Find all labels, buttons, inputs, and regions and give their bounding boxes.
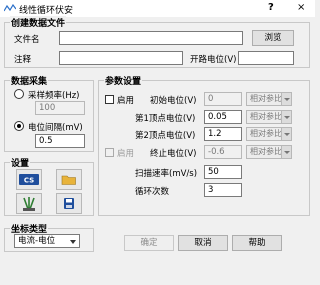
enable-final-label: 启用: [117, 149, 135, 159]
acquisition-group-title: 数据采集: [10, 74, 49, 87]
app-icon: [4, 4, 16, 12]
sample-frequency-radio[interactable]: [14, 89, 24, 99]
save-disk-icon[interactable]: [56, 193, 82, 214]
potential-interval-label: 电位间隔(mV): [28, 123, 83, 133]
enable-initial-label: 启用: [117, 96, 135, 106]
enable-initial-checkbox[interactable]: [105, 95, 114, 104]
help-question-button[interactable]: ?: [268, 2, 274, 13]
help-button[interactable]: 帮助: [232, 235, 282, 251]
filename-label: 文件名: [14, 35, 40, 45]
cancel-button[interactable]: 取消: [178, 235, 228, 251]
vertex2-input[interactable]: 1.2: [204, 127, 242, 141]
vertex1-ref-select[interactable]: 相对参比: [246, 110, 292, 124]
initial-ref-select[interactable]: 相对参比: [246, 92, 292, 106]
comment-input[interactable]: [59, 51, 183, 65]
vertex2-ref-value: 相对参比: [250, 129, 282, 138]
cycles-input[interactable]: 3: [204, 183, 242, 197]
enable-final-checkbox[interactable]: [105, 148, 114, 157]
final-potential-label: 终止电位(V): [150, 149, 197, 159]
comment-label: 注释: [14, 55, 32, 65]
initial-ref-value: 相对参比: [250, 94, 282, 103]
close-button[interactable]: ×: [297, 2, 305, 13]
scan-rate-label: 扫描速率(mV/s): [135, 169, 198, 179]
vertex2-label: 第2顶点电位(V): [135, 131, 196, 141]
final-ref-value: 相对参比: [250, 147, 282, 156]
window-title: 线性循环伏安: [19, 6, 74, 16]
chevron-down-icon: [281, 146, 291, 158]
potential-interval-radio[interactable]: [14, 121, 24, 131]
vertex1-input[interactable]: 0.05: [204, 110, 242, 124]
chevron-down-icon: [281, 93, 291, 105]
vertex1-label: 第1顶点电位(V): [135, 114, 196, 124]
open-potential-input[interactable]: [238, 51, 294, 65]
initial-potential-label: 初始电位(V): [150, 96, 197, 106]
chevron-down-icon: [68, 235, 79, 247]
sample-frequency-label: 采样频率(Hz): [28, 91, 80, 101]
cycles-label: 循环次数: [135, 187, 170, 197]
sample-frequency-input[interactable]: 100: [35, 101, 85, 115]
svg-text:CS: CS: [24, 177, 34, 185]
potential-interval-input[interactable]: 0.5: [35, 134, 85, 148]
open-potential-label: 开路电位(V): [190, 55, 237, 65]
electrode-icon[interactable]: [16, 193, 42, 214]
final-potential-input[interactable]: -0.6: [204, 145, 242, 159]
vertex2-ref-select[interactable]: 相对参比: [246, 127, 292, 141]
settings-group-title: 设置: [10, 156, 31, 169]
coord-type-select[interactable]: 电流-电位: [14, 234, 80, 248]
open-folder-icon[interactable]: [56, 169, 82, 190]
ok-button[interactable]: 确定: [124, 235, 174, 251]
chevron-down-icon: [281, 128, 291, 140]
filename-input[interactable]: [59, 31, 243, 45]
cs-settings-icon[interactable]: CS: [16, 169, 42, 190]
browse-button[interactable]: 浏览: [252, 30, 294, 46]
vertex1-ref-value: 相对参比: [250, 112, 282, 121]
create-file-group-title: 创建数据文件: [10, 16, 67, 29]
initial-potential-input[interactable]: 0: [204, 92, 242, 106]
chevron-down-icon: [281, 111, 291, 123]
final-ref-select[interactable]: 相对参比: [246, 145, 292, 159]
params-group-title: 参数设置: [104, 74, 143, 87]
scan-rate-input[interactable]: 50: [204, 165, 242, 179]
title-bar: 线性循环伏安 ? ×: [0, 0, 315, 17]
coord-type-value: 电流-电位: [18, 236, 56, 246]
